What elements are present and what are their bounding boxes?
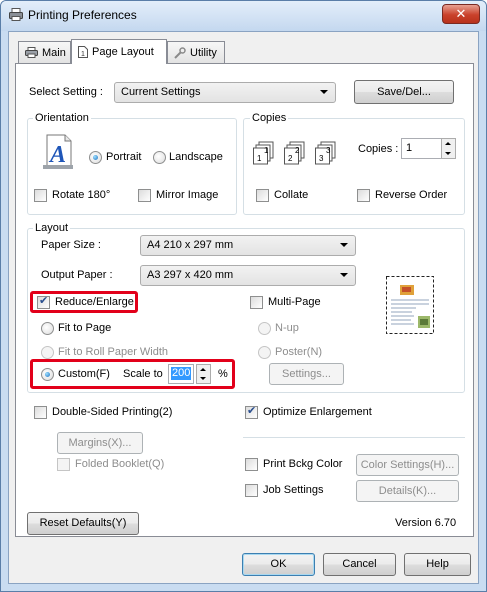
select-setting-label: Select Setting :	[29, 86, 103, 98]
poster-radio[interactable]	[258, 346, 271, 359]
select-setting-dropdown[interactable]: Current Settings	[114, 82, 336, 103]
mirror-image-label: Mirror Image	[156, 189, 219, 201]
scale-value: 200	[171, 367, 192, 380]
margins-button-label: Margins(X)...	[68, 437, 132, 449]
color-settings-button[interactable]: Color Settings(H)...	[356, 454, 459, 476]
percent-label: %	[218, 368, 228, 380]
settings-button-label: Settings...	[282, 368, 331, 380]
double-sided-label: Double-Sided Printing(2)	[52, 406, 173, 418]
multi-page-checkbox[interactable]	[250, 296, 263, 309]
chevron-down-icon	[340, 243, 348, 247]
collate-checkbox[interactable]	[256, 189, 269, 202]
custom-radio[interactable]	[41, 368, 54, 381]
svg-text:A: A	[48, 142, 66, 168]
fit-to-roll-label: Fit to Roll Paper Width	[58, 346, 169, 358]
ok-label: OK	[270, 558, 287, 570]
folded-booklet-label: Folded Booklet(Q)	[75, 458, 165, 470]
landscape-label: Landscape	[169, 151, 223, 163]
output-paper-value: A3 297 x 420 mm	[147, 269, 234, 281]
svg-text:2: 2	[295, 146, 300, 155]
print-bckg-color-label: Print Bckg Color	[263, 458, 343, 470]
svg-text:1: 1	[257, 154, 262, 163]
settings-button[interactable]: Settings...	[269, 363, 344, 385]
job-settings-label: Job Settings	[263, 484, 324, 496]
chevron-up-icon	[445, 142, 451, 145]
svg-text:2: 2	[288, 154, 293, 163]
copies-input[interactable]: 1	[401, 138, 442, 159]
orientation-group-label: Orientation	[33, 112, 91, 124]
rotate-180-checkbox[interactable]	[34, 189, 47, 202]
help-button[interactable]: Help	[404, 553, 471, 576]
save-del-button[interactable]: Save/Del...	[354, 80, 454, 104]
reset-defaults-button[interactable]: Reset Defaults(Y)	[27, 512, 139, 535]
n-up-label: N-up	[275, 322, 299, 334]
page-preview-icon	[386, 276, 434, 337]
details-button[interactable]: Details(K)...	[356, 480, 459, 502]
reduce-enlarge-checkbox[interactable]	[37, 294, 50, 309]
portrait-page-icon: A	[41, 134, 75, 173]
poster-label: Poster(N)	[275, 346, 323, 358]
scale-input[interactable]: 200	[168, 364, 194, 384]
separator	[243, 437, 465, 438]
collate-pages-icon: 11 22 33	[253, 140, 343, 169]
chevron-up-icon	[200, 368, 206, 371]
double-sided-checkbox[interactable]	[34, 406, 47, 419]
output-paper-label: Output Paper :	[41, 269, 113, 281]
panel-content: Select Setting : Current Settings Save/D…	[0, 0, 487, 592]
svg-text:3: 3	[326, 146, 331, 155]
mirror-image-checkbox[interactable]	[138, 189, 151, 202]
chevron-down-icon	[200, 377, 206, 380]
save-del-label: Save/Del...	[377, 86, 431, 98]
n-up-radio[interactable]	[258, 322, 271, 335]
fit-to-page-radio[interactable]	[41, 322, 54, 335]
svg-text:1: 1	[264, 146, 269, 155]
job-settings-checkbox[interactable]	[245, 484, 258, 497]
cancel-label: Cancel	[342, 558, 377, 570]
copies-spinner[interactable]	[441, 138, 456, 159]
select-setting-value: Current Settings	[121, 86, 201, 98]
version-text: Version 6.70	[395, 517, 457, 529]
reverse-order-checkbox[interactable]	[357, 189, 370, 202]
color-settings-label: Color Settings(H)...	[360, 459, 455, 471]
portrait-radio[interactable]	[89, 151, 102, 164]
copies-label: Copies :	[358, 143, 399, 155]
help-label: Help	[426, 558, 449, 570]
portrait-label: Portrait	[106, 151, 142, 163]
fit-to-roll-radio[interactable]	[41, 346, 54, 359]
paper-size-value: A4 210 x 297 mm	[147, 239, 234, 251]
copies-group-label: Copies	[250, 112, 289, 124]
reset-defaults-label: Reset Defaults(Y)	[39, 517, 127, 529]
details-label: Details(K)...	[378, 485, 437, 497]
custom-label: Custom(F)	[58, 368, 110, 380]
chevron-down-icon	[340, 273, 348, 277]
copies-value: 1	[406, 142, 413, 154]
layout-group-label: Layout	[33, 222, 71, 234]
paper-size-label: Paper Size :	[41, 239, 101, 251]
landscape-radio[interactable]	[153, 151, 166, 164]
chevron-down-icon	[445, 152, 451, 155]
print-bckg-color-checkbox[interactable]	[245, 458, 258, 471]
optimize-enlargement-label: Optimize Enlargement	[263, 406, 372, 418]
output-paper-dropdown[interactable]: A3 297 x 420 mm	[140, 265, 356, 286]
rotate-180-label: Rotate 180°	[52, 189, 111, 201]
reverse-order-label: Reverse Order	[375, 189, 448, 201]
reduce-enlarge-label: Reduce/Enlarge	[55, 296, 134, 308]
folded-booklet-checkbox[interactable]	[57, 458, 70, 471]
collate-label: Collate	[274, 189, 309, 201]
ok-button[interactable]: OK	[242, 553, 315, 576]
margins-button[interactable]: Margins(X)...	[57, 432, 143, 454]
fit-to-page-label: Fit to Page	[58, 322, 112, 334]
optimize-enlargement-checkbox[interactable]	[245, 404, 258, 419]
multi-page-label: Multi-Page	[268, 296, 321, 308]
chevron-down-icon	[320, 90, 328, 94]
scale-to-label: Scale to	[123, 368, 163, 380]
cancel-button[interactable]: Cancel	[323, 553, 396, 576]
scale-spinner[interactable]	[196, 364, 211, 384]
svg-text:3: 3	[319, 154, 324, 163]
paper-size-dropdown[interactable]: A4 210 x 297 mm	[140, 235, 356, 256]
